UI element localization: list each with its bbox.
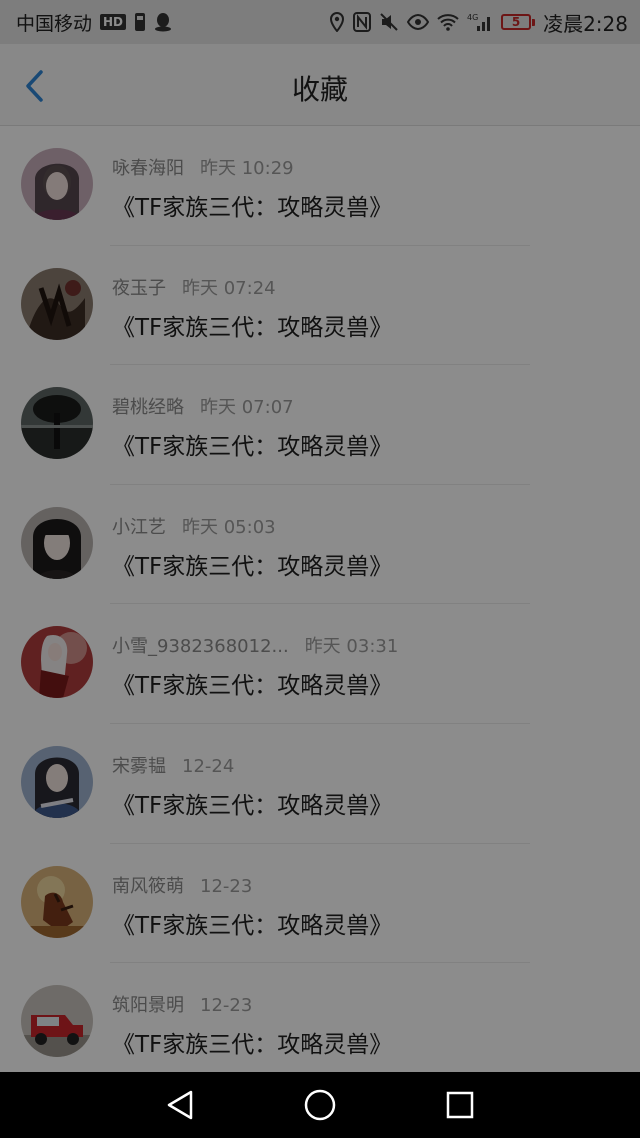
signal-4g-icon: 4G — [467, 12, 493, 32]
triangle-back-icon — [167, 1090, 193, 1120]
list-item[interactable]: 小雪_9382368012... 昨天 03:31 《TF家族三代：攻略灵兽》 — [0, 604, 640, 724]
user-name: 夜玉子 — [112, 277, 166, 299]
list-item[interactable]: 南风筱萌 12-23 《TF家族三代：攻略灵兽》 — [0, 844, 640, 964]
wifi-icon — [437, 13, 459, 31]
list-item[interactable]: 夜玉子 昨天 07:24 《TF家族三代：攻略灵兽》 — [0, 246, 640, 366]
item-meta: 筑阳景明 12-23 — [112, 991, 252, 1017]
system-home-button[interactable] — [295, 1080, 345, 1130]
timestamp: 昨天 07:07 — [200, 397, 294, 419]
item-meta: 南风筱萌 12-23 — [112, 872, 252, 898]
story-title[interactable]: 《TF家族三代：攻略灵兽》 — [112, 188, 392, 222]
battery-level: 5 — [501, 14, 532, 30]
system-back-button[interactable] — [155, 1080, 205, 1130]
hd-badge: HD — [100, 14, 127, 30]
list-item[interactable]: 碧桃经略 昨天 07:07 《TF家族三代：攻略灵兽》 — [0, 365, 640, 485]
story-title[interactable]: 《TF家族三代：攻略灵兽》 — [112, 786, 392, 820]
item-meta: 碧桃经略 昨天 07:07 — [112, 393, 294, 419]
timestamp: 昨天 07:24 — [182, 277, 276, 299]
avatar[interactable] — [21, 985, 93, 1058]
timestamp: 12-24 — [182, 755, 235, 777]
qq-icon — [154, 12, 172, 32]
item-meta: 小雪_9382368012... 昨天 03:31 — [112, 632, 398, 658]
story-title[interactable]: 《TF家族三代：攻略灵兽》 — [112, 427, 392, 461]
item-meta: 咏春海阳 昨天 10:29 — [112, 154, 294, 180]
timestamp: 昨天 03:31 — [304, 636, 399, 658]
header-bar: 收藏 — [0, 44, 640, 126]
nfc-icon — [353, 12, 372, 32]
square-recents-icon — [446, 1091, 474, 1119]
item-meta: 小江艺 昨天 05:03 — [112, 513, 276, 539]
user-name: 小雪_9382368012... — [112, 636, 289, 658]
favorites-list: 咏春海阳 昨天 10:29 《TF家族三代：攻略灵兽》 夜玉子 昨天 07:24 《… — [0, 126, 640, 1083]
system-navigation-bar — [0, 1072, 640, 1138]
item-meta: 夜玉子 昨天 07:24 — [112, 274, 276, 300]
story-title[interactable]: 《TF家族三代：攻略灵兽》 — [112, 1025, 392, 1059]
avatar[interactable] — [21, 745, 93, 818]
timestamp: 昨天 05:03 — [182, 516, 276, 538]
user-name: 南风筱萌 — [112, 875, 184, 897]
sim-icon — [134, 12, 146, 32]
user-name: 筑阳景明 — [112, 995, 184, 1017]
avatar[interactable] — [21, 506, 93, 579]
clock: 凌晨2:28 — [543, 11, 628, 36]
timestamp: 12-23 — [200, 875, 253, 897]
mute-icon — [379, 12, 399, 32]
avatar[interactable] — [21, 626, 93, 699]
user-name: 小江艺 — [112, 516, 166, 538]
story-title[interactable]: 《TF家族三代：攻略灵兽》 — [112, 666, 392, 700]
avatar[interactable] — [21, 148, 93, 220]
avatar[interactable] — [21, 267, 93, 340]
list-item[interactable]: 小江艺 昨天 05:03 《TF家族三代：攻略灵兽》 — [0, 485, 640, 605]
timestamp: 昨天 10:29 — [200, 158, 294, 179]
avatar[interactable] — [21, 865, 93, 938]
list-item[interactable]: 咏春海阳 昨天 10:29 《TF家族三代：攻略灵兽》 — [0, 126, 640, 246]
status-bar: 中国移动 HD 4G 5 凌晨2:28 — [0, 0, 640, 44]
list-item[interactable]: 筑阳景明 12-23 《TF家族三代：攻略灵兽》 — [0, 963, 640, 1083]
story-title[interactable]: 《TF家族三代：攻略灵兽》 — [112, 906, 392, 940]
story-title[interactable]: 《TF家族三代：攻略灵兽》 — [112, 547, 392, 581]
location-icon — [329, 12, 345, 32]
story-title[interactable]: 《TF家族三代：攻略灵兽》 — [112, 308, 392, 342]
battery-tip — [532, 18, 536, 26]
list-item[interactable]: 宋雾韫 12-24 《TF家族三代：攻略灵兽》 — [0, 724, 640, 844]
avatar[interactable] — [21, 387, 93, 460]
system-recents-button[interactable] — [435, 1080, 485, 1130]
timestamp: 12-23 — [200, 995, 253, 1017]
user-name: 碧桃经略 — [112, 397, 184, 419]
status-right: 4G 5 凌晨2:28 — [329, 8, 628, 37]
user-name: 宋雾韫 — [112, 755, 166, 777]
circle-home-icon — [304, 1089, 336, 1121]
item-meta: 宋雾韫 12-24 — [112, 752, 234, 778]
page-title: 收藏 — [291, 73, 348, 106]
eye-icon — [407, 14, 430, 30]
battery-icon: 5 — [501, 14, 536, 30]
status-left: 中国移动 HD — [16, 9, 172, 36]
carrier-label: 中国移动 — [16, 12, 93, 35]
user-name: 咏春海阳 — [112, 158, 184, 179]
svg-text:4G: 4G — [467, 13, 478, 22]
